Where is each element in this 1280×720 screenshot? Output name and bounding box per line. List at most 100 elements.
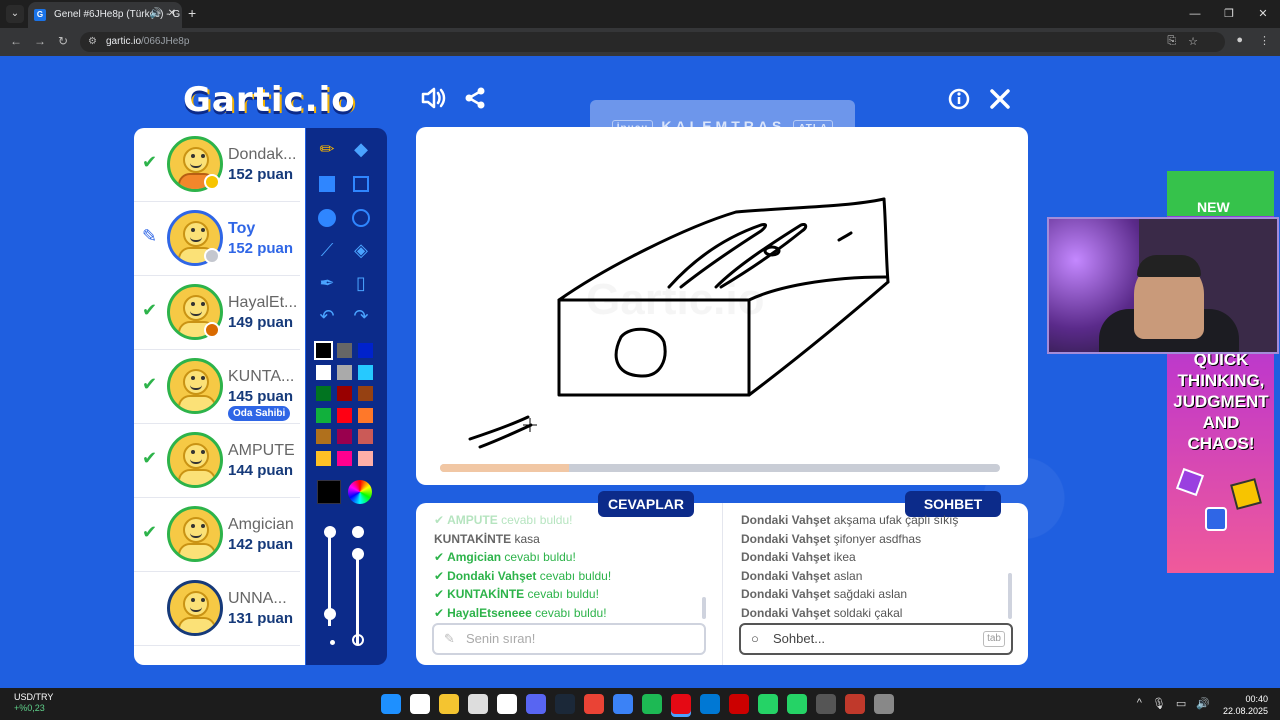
bookmark-star-icon[interactable]: ☆	[1188, 35, 1198, 48]
taskbar-app-icon[interactable]	[439, 694, 459, 714]
brush-size-top-knob[interactable]	[324, 526, 336, 538]
color-swatch[interactable]	[358, 343, 373, 358]
minimize-icon[interactable]: —	[1178, 0, 1212, 28]
pencil-tool-icon[interactable]: ✏	[312, 134, 342, 164]
taskbar-app-icon[interactable]	[845, 694, 865, 714]
color-swatch[interactable]	[316, 429, 331, 444]
eraser-tool-icon[interactable]: ◆	[346, 134, 376, 164]
color-swatch[interactable]	[337, 343, 352, 358]
answers-scrollbar[interactable]	[702, 597, 706, 619]
color-swatch[interactable]	[314, 341, 333, 360]
exit-close-icon[interactable]	[989, 88, 1011, 117]
color-swatch[interactable]	[358, 386, 373, 401]
taskbar-app-icon[interactable]	[700, 694, 720, 714]
window-close-icon[interactable]: ✕	[1246, 0, 1280, 28]
color-swatch[interactable]	[358, 364, 373, 380]
color-swatch[interactable]	[316, 407, 331, 423]
tab-audio-icon[interactable]: 🔊	[150, 8, 162, 19]
taskbar-app-icon[interactable]	[410, 694, 430, 714]
address-bar[interactable]: ⚙ gartic.io/066JHe8p	[80, 32, 1225, 52]
taskbar-app-icon[interactable]	[526, 694, 546, 714]
taskbar-app-icon[interactable]	[613, 694, 633, 714]
answer-input[interactable]: ✎ Senin sıran!	[432, 623, 706, 655]
tray-chevron-icon[interactable]: ^	[1137, 697, 1142, 710]
forward-arrow-icon[interactable]: →	[34, 34, 46, 48]
taskbar-app-icon[interactable]	[468, 694, 488, 714]
color-swatch[interactable]	[337, 450, 352, 466]
chat-input[interactable]: ○ Sohbet... tab	[739, 623, 1013, 655]
clear-page-tool-icon[interactable]: ▯	[346, 268, 376, 298]
start-menu-icon[interactable]	[381, 694, 401, 714]
filled-circle-tool-icon[interactable]	[312, 202, 342, 232]
color-swatch[interactable]	[358, 450, 373, 466]
taskbar-app-icon[interactable]	[729, 694, 749, 714]
tab-search-chevron-icon[interactable]: ⌄	[6, 5, 24, 23]
redo-tool-icon[interactable]: ↷	[346, 301, 376, 331]
answer-text: kasa	[514, 531, 540, 546]
color-swatch[interactable]	[316, 386, 331, 401]
volume-icon[interactable]: 🔊	[1196, 697, 1210, 710]
taskbar-app-icon[interactable]	[758, 694, 778, 714]
taskbar-app-icon[interactable]	[642, 694, 662, 714]
taskbar-app-icon[interactable]	[584, 694, 604, 714]
menu-dots-icon[interactable]: ⋮	[1259, 34, 1270, 47]
circle-tool-icon[interactable]	[346, 202, 376, 232]
filled-rectangle-tool-icon[interactable]	[312, 168, 342, 198]
taskbar-app-icon[interactable]	[497, 694, 517, 714]
color-swatch[interactable]	[316, 364, 331, 380]
new-tab-plus-icon[interactable]: +	[188, 5, 196, 21]
player-row[interactable]: UNNA... 131 puan	[134, 572, 300, 646]
color-swatch[interactable]	[337, 429, 352, 444]
color-swatch[interactable]	[358, 429, 373, 444]
player-row[interactable]: ✔ Amgician 142 puan	[134, 498, 300, 572]
color-swatch[interactable]	[337, 364, 352, 380]
line-tool-icon[interactable]: ⟋	[312, 235, 342, 265]
extension-icon[interactable]: ●	[1236, 34, 1243, 47]
player-row[interactable]: ✎ Toy 152 puan	[134, 202, 300, 276]
drawing-canvas[interactable]: Gartic.io	[416, 127, 1028, 485]
site-info-icon[interactable]: ⚙	[88, 32, 97, 52]
color-swatch[interactable]	[358, 407, 373, 423]
share-icon[interactable]	[464, 87, 486, 116]
avatar[interactable]	[167, 358, 223, 414]
chat-scrollbar[interactable]	[1008, 573, 1012, 619]
color-swatch[interactable]	[337, 386, 352, 401]
chat-input-placeholder: Sohbet...	[773, 631, 826, 646]
restore-icon[interactable]: ❐	[1212, 0, 1246, 28]
avatar[interactable]	[167, 580, 223, 636]
color-picker-wheel-icon[interactable]	[348, 480, 372, 504]
reload-icon[interactable]: ↻	[58, 34, 68, 48]
taskbar-app-icon[interactable]	[816, 694, 836, 714]
microphone-icon[interactable]: 🎙	[1152, 697, 1166, 710]
player-row[interactable]: ✔ Dondak... 152 puan	[134, 128, 300, 202]
avatar[interactable]	[167, 432, 223, 488]
info-icon[interactable]	[948, 88, 970, 117]
opacity-top-knob[interactable]	[352, 526, 364, 538]
tab-close-icon[interactable]: ✕	[168, 8, 176, 19]
taskbar-app-icon[interactable]	[787, 694, 807, 714]
player-row[interactable]: ✔ AMPUTE 144 puan	[134, 424, 300, 498]
opacity-knob[interactable]	[352, 548, 364, 560]
player-row[interactable]: ✔ KUNTA... 145 puan Oda Sahibi	[134, 350, 300, 424]
color-swatch[interactable]	[337, 407, 352, 423]
current-color-swatch[interactable]	[317, 480, 341, 504]
fill-bucket-tool-icon[interactable]: ◈	[346, 235, 376, 265]
install-app-icon[interactable]: ⎘	[1167, 35, 1176, 48]
taskbar-app-icon[interactable]	[671, 694, 691, 714]
opacity-slider[interactable]	[356, 554, 359, 644]
rectangle-tool-icon[interactable]	[346, 168, 376, 198]
browser-tab[interactable]: G Genel #6JHe8p (Türkçe) - G 🔊 ✕	[28, 2, 182, 28]
avatar[interactable]	[167, 506, 223, 562]
brush-size-knob[interactable]	[324, 608, 336, 620]
color-swatch[interactable]	[316, 450, 331, 466]
network-icon[interactable]: ▭	[1176, 697, 1186, 710]
undo-tool-icon[interactable]: ↶	[312, 301, 342, 331]
clock[interactable]: 00:40 22.08.2025	[1223, 693, 1268, 717]
back-arrow-icon[interactable]: ←	[10, 34, 22, 48]
currency-widget[interactable]: USD/TRY +%0,23	[14, 692, 53, 714]
eyedropper-tool-icon[interactable]: ✒	[312, 268, 342, 298]
taskbar-app-icon[interactable]	[555, 694, 575, 714]
player-row[interactable]: ✔ HayalEt... 149 puan	[134, 276, 300, 350]
taskbar-app-icon[interactable]	[874, 694, 894, 714]
sound-icon[interactable]	[420, 86, 446, 117]
